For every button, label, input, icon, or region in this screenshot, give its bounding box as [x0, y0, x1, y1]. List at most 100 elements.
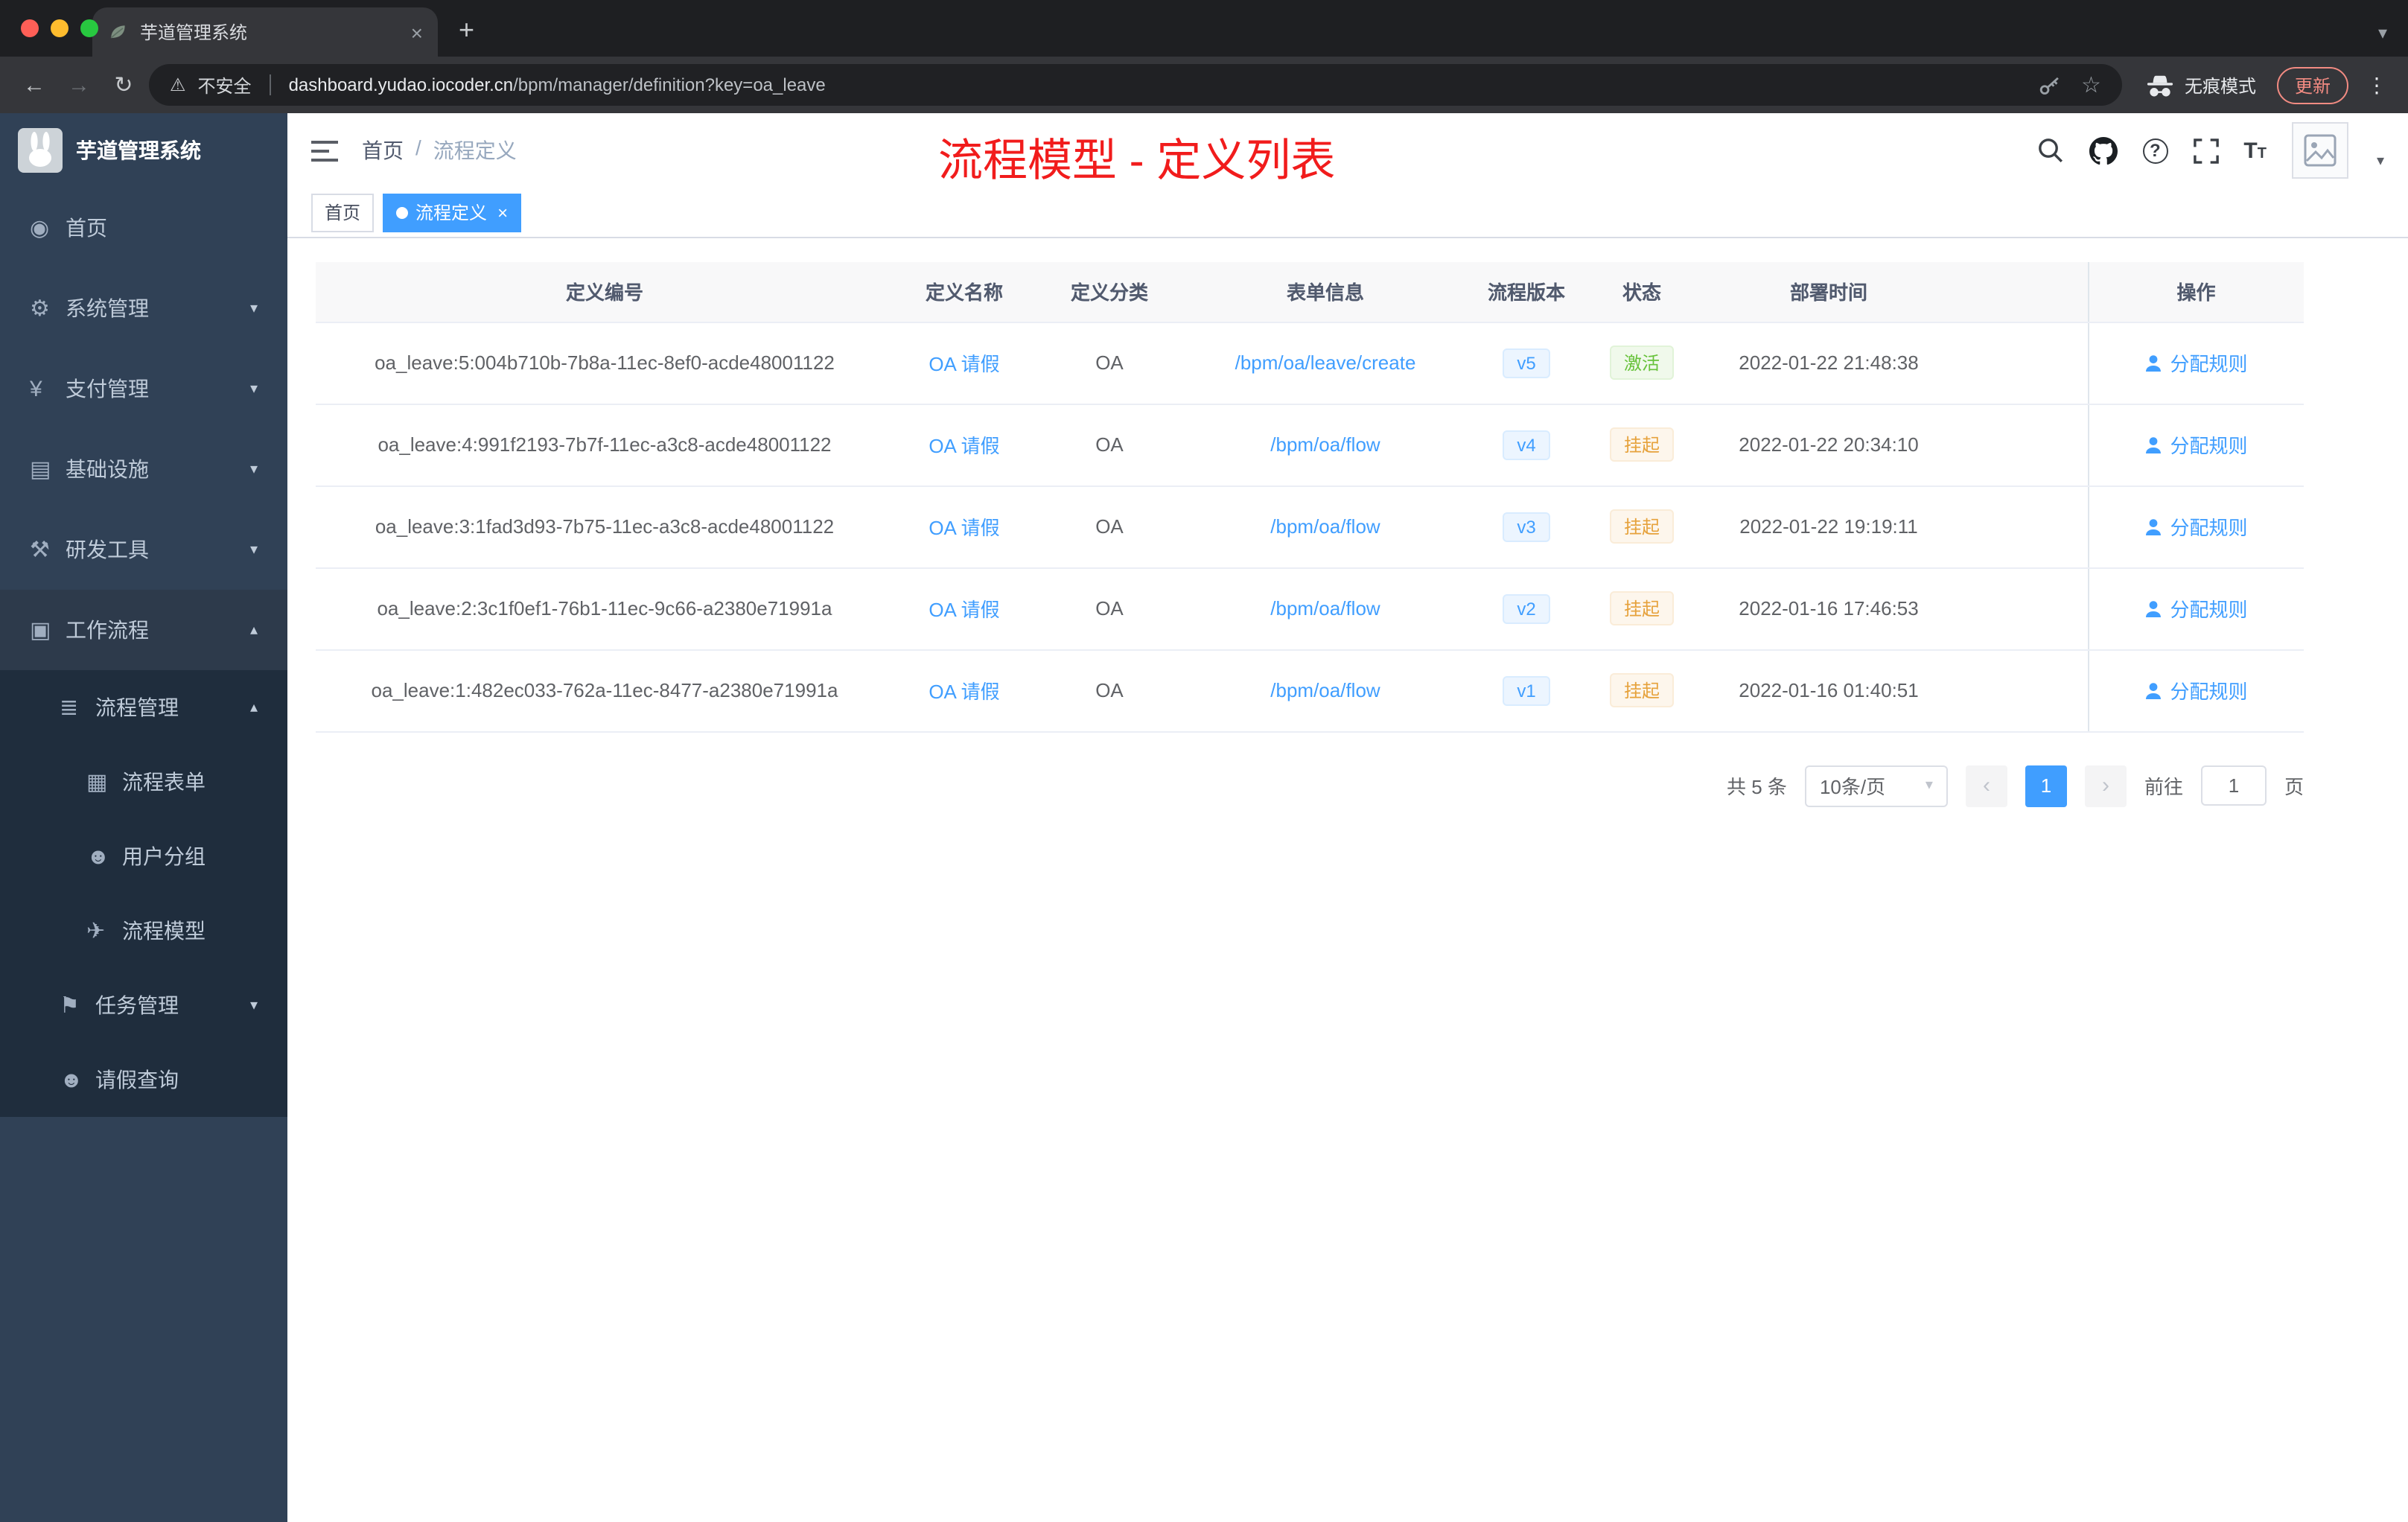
- fullscreen-icon[interactable]: [2193, 138, 2219, 163]
- app: 芋道管理系统 ◉ 首页 ⚙ 系统管理 ▾ ¥ 支付管理 ▾ ▤ 基础设施 ▾ ⚒…: [0, 113, 2408, 1522]
- sidebar-item-label: 基础设施: [66, 457, 149, 481]
- tab-search-icon[interactable]: ▾: [2378, 22, 2387, 43]
- sidebar-item-label: 首页: [66, 216, 107, 240]
- reload-icon[interactable]: ↻: [104, 71, 143, 98]
- cell-filler: [1960, 649, 2088, 732]
- bookmark-star-icon[interactable]: ☆: [2081, 71, 2101, 98]
- back-icon[interactable]: ←: [15, 72, 54, 98]
- cell-deploy-time: 2022-01-22 21:48:38: [1698, 322, 1960, 404]
- col-version: 流程版本: [1467, 262, 1586, 322]
- form-link[interactable]: /bpm/oa/flow: [1270, 597, 1380, 620]
- cell-category: OA: [1035, 485, 1184, 568]
- flag-icon: ⚑: [60, 993, 80, 1019]
- new-tab-button[interactable]: +: [459, 15, 474, 46]
- close-window-button[interactable]: [21, 19, 39, 37]
- sidebar-item-process-management[interactable]: ≣ 流程管理 ▴: [0, 670, 287, 745]
- sidebar-item-system[interactable]: ⚙ 系统管理 ▾: [0, 268, 287, 348]
- tag-label: 流程定义: [415, 203, 488, 223]
- sidebar-item-process-model[interactable]: ✈ 流程模型: [0, 894, 287, 968]
- github-icon[interactable]: [2089, 136, 2118, 165]
- definition-name-link[interactable]: OA 请假: [929, 517, 999, 539]
- definition-name-link[interactable]: OA 请假: [929, 353, 999, 375]
- form-link[interactable]: /bpm/oa/leave/create: [1235, 351, 1416, 374]
- prev-page-button[interactable]: ‹: [1965, 765, 2007, 806]
- browser-tab[interactable]: 芋道管理系统 ×: [92, 7, 438, 57]
- page-1-button[interactable]: 1: [2025, 765, 2067, 806]
- chevron-down-icon: ▾: [249, 997, 258, 1013]
- tag-process-definition[interactable]: 流程定义 ×: [383, 193, 522, 232]
- url-text[interactable]: dashboard.yudao.iocoder.cn/bpm/manager/d…: [289, 74, 826, 95]
- minimize-window-button[interactable]: [51, 19, 69, 37]
- sidebar-item-label: 支付管理: [66, 377, 149, 401]
- definition-name-link[interactable]: OA 请假: [929, 681, 999, 703]
- user-icon: [2146, 436, 2162, 453]
- col-actions: 操作: [2087, 262, 2304, 322]
- assign-rule-link[interactable]: 分配规则: [2144, 676, 2248, 704]
- sidebar-collapse-icon[interactable]: [311, 139, 338, 162]
- password-key-icon[interactable]: [2038, 74, 2060, 96]
- cell-category: OA: [1035, 567, 1184, 650]
- status-badge: 激活: [1610, 346, 1673, 380]
- browser-menu-icon[interactable]: ⋮: [2366, 72, 2387, 98]
- font-size-icon[interactable]: TT: [2243, 138, 2267, 163]
- definition-name-link[interactable]: OA 请假: [929, 599, 999, 621]
- tab-close-icon[interactable]: ×: [411, 20, 423, 44]
- sidebar: 芋道管理系统 ◉ 首页 ⚙ 系统管理 ▾ ¥ 支付管理 ▾ ▤ 基础设施 ▾ ⚒…: [0, 113, 287, 1522]
- sidebar-item-task-management[interactable]: ⚑ 任务管理 ▾: [0, 968, 287, 1042]
- sidebar-item-devtools[interactable]: ⚒ 研发工具 ▾: [0, 509, 287, 590]
- sidebar-item-infrastructure[interactable]: ▤ 基础设施 ▾: [0, 429, 287, 509]
- chevron-down-icon: ▾: [1925, 777, 1933, 794]
- search-icon[interactable]: [2036, 137, 2063, 164]
- cell-category: OA: [1035, 322, 1184, 404]
- version-badge: v2: [1502, 593, 1551, 623]
- definition-name-link[interactable]: OA 请假: [929, 435, 999, 457]
- table-row: oa_leave:5:004b710b-7b8a-11ec-8ef0-acde4…: [316, 322, 2304, 404]
- goto-page-input[interactable]: [2200, 765, 2267, 806]
- sidebar-item-leave-query[interactable]: ☻ 请假查询: [0, 1042, 287, 1117]
- pagination: 共 5 条 10条/页 ▾ ‹ 1 › 前往 页: [316, 765, 2304, 806]
- breadcrumb-separator: /: [415, 136, 421, 159]
- sidebar-item-home[interactable]: ◉ 首页: [0, 188, 287, 268]
- sidebar-item-payment[interactable]: ¥ 支付管理 ▾: [0, 348, 287, 429]
- tag-close-icon[interactable]: ×: [497, 202, 508, 223]
- address-divider: [269, 74, 271, 95]
- browser-update-button[interactable]: 更新: [2276, 66, 2348, 104]
- next-page-button[interactable]: ›: [2084, 765, 2127, 806]
- zoom-window-button[interactable]: [80, 19, 98, 37]
- form-link[interactable]: /bpm/oa/flow: [1270, 679, 1380, 701]
- status-badge: 挂起: [1610, 509, 1673, 544]
- user-icon: [2146, 600, 2162, 617]
- page-size-value: 10条/页: [1819, 776, 1886, 798]
- sidebar-logo: 芋道管理系统: [0, 113, 287, 188]
- sidebar-item-workflow[interactable]: ▣ 工作流程 ▴: [0, 590, 287, 670]
- sidebar-item-label: 流程模型: [122, 919, 206, 943]
- gear-icon: ⚙: [30, 296, 50, 322]
- user-avatar[interactable]: [2291, 122, 2348, 179]
- col-filler: [1960, 262, 2088, 322]
- help-icon[interactable]: ?: [2142, 138, 2168, 163]
- breadcrumb-home[interactable]: 首页: [362, 136, 404, 165]
- avatar-caret-icon[interactable]: ▾: [2377, 153, 2384, 170]
- tab-title: 芋道管理系统: [140, 22, 248, 43]
- sidebar-item-process-form[interactable]: ▦ 流程表单: [0, 745, 287, 819]
- col-form: 表单信息: [1184, 262, 1467, 322]
- cell-id: oa_leave:3:1fad3d93-7b75-11ec-a3c8-acde4…: [316, 485, 894, 568]
- assign-rule-link[interactable]: 分配规则: [2144, 430, 2248, 459]
- address-bar[interactable]: ⚠ 不安全 dashboard.yudao.iocoder.cn/bpm/man…: [149, 64, 2122, 106]
- forward-icon[interactable]: →: [60, 72, 98, 98]
- sidebar-item-label: 系统管理: [66, 296, 149, 320]
- page-size-select[interactable]: 10条/页 ▾: [1804, 765, 1948, 806]
- tag-home[interactable]: 首页: [311, 193, 375, 232]
- assign-rule-link[interactable]: 分配规则: [2144, 594, 2248, 623]
- sidebar-item-user-group[interactable]: ☻ 用户分组: [0, 819, 287, 894]
- form-link[interactable]: /bpm/oa/flow: [1270, 515, 1380, 538]
- security-label: 不安全: [197, 75, 252, 96]
- form-link[interactable]: /bpm/oa/flow: [1270, 433, 1380, 456]
- version-badge: v1: [1502, 675, 1551, 705]
- cell-deploy-time: 2022-01-16 17:46:53: [1698, 567, 1960, 650]
- status-badge: 挂起: [1610, 673, 1673, 707]
- window-controls[interactable]: [21, 19, 98, 37]
- cell-filler: [1960, 567, 2088, 650]
- assign-rule-link[interactable]: 分配规则: [2144, 512, 2248, 541]
- assign-rule-link[interactable]: 分配规则: [2144, 348, 2248, 377]
